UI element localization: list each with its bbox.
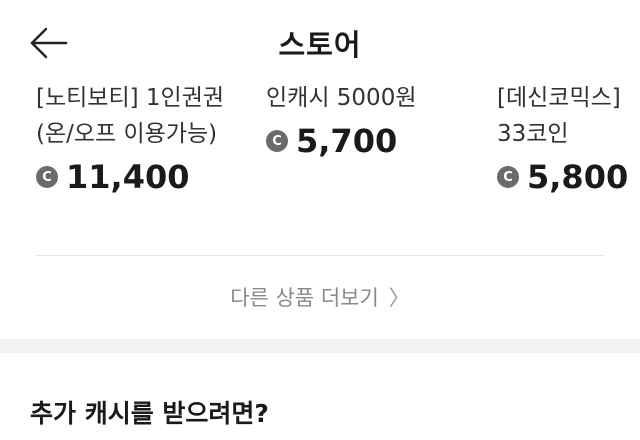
coin-icon: C (497, 166, 519, 188)
app-header: 스토어 (0, 0, 640, 84)
price-row: C 5,700 (266, 122, 496, 160)
product-name-line1: [데신코믹스] (497, 85, 621, 111)
more-products-link[interactable]: 다른 상품 더보기 〉 (0, 282, 640, 312)
product-price: 5,800 (527, 158, 629, 196)
product-card[interactable]: 인캐시 5000원 C 5,700 (266, 80, 496, 160)
product-card[interactable]: [노티보티] 1인권권 (온/오프 이용가능) C 11,400 (36, 80, 266, 196)
product-name-line1: [노티보티] 1인권권 (36, 85, 225, 111)
product-name-line2: 33코인 (497, 121, 569, 147)
product-price: 11,400 (66, 158, 190, 196)
price-row: C 5,800 (497, 158, 640, 196)
product-name-line1: 인캐시 5000원 (266, 85, 417, 111)
product-carousel: [노티보티] 1인권권 (온/오프 이용가능) C 11,400 인캐시 500… (0, 64, 640, 214)
extra-cash-heading: 추가 캐시를 받으려면? (30, 399, 269, 428)
page-title: 스토어 (278, 28, 362, 62)
product-name-line2: (온/오프 이용가능) (36, 121, 218, 147)
product-price: 5,700 (296, 122, 398, 160)
divider (36, 255, 604, 256)
price-row: C 11,400 (36, 158, 266, 196)
product-card[interactable]: [데신코믹스] 33코인 C 5,800 (497, 80, 640, 196)
coin-icon: C (36, 166, 58, 188)
section-separator (0, 339, 640, 353)
chevron-right-icon: 〉 (388, 286, 410, 310)
more-products-label: 다른 상품 더보기 (230, 286, 379, 310)
coin-icon: C (266, 130, 288, 152)
